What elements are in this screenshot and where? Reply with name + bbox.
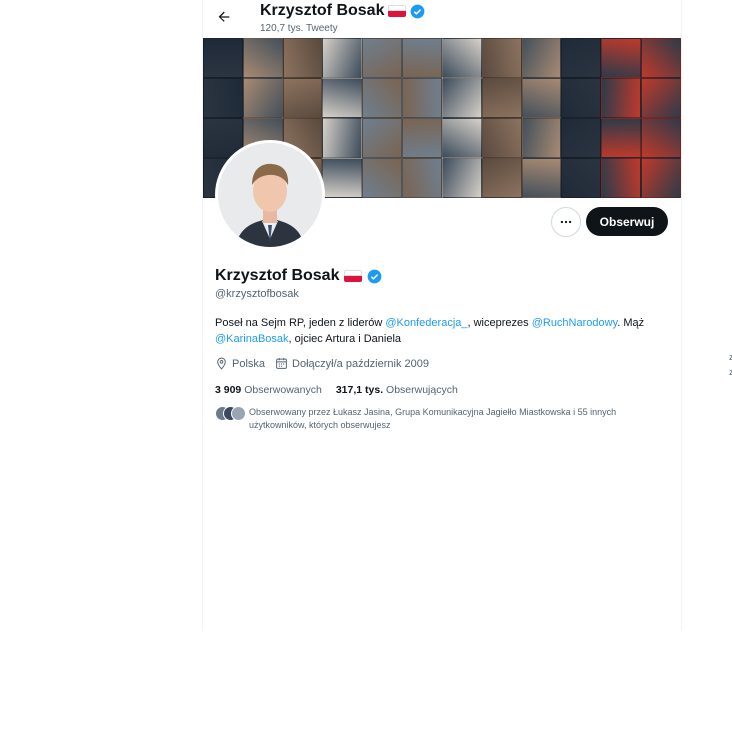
- banner-photo-tile: [441, 78, 482, 118]
- banner-photo-tile: [322, 38, 363, 78]
- banner-photo-tile: [441, 118, 482, 158]
- banner-photo-tile: [481, 38, 522, 78]
- joined-text: Dołączył/a październik 2009: [292, 357, 429, 370]
- followers-link[interactable]: 317,1 tys. Obserwujących: [336, 384, 458, 396]
- tweet-count: 120,7 tys. Tweety: [260, 23, 338, 34]
- profile-column: Krzysztof Bosak 120,7 tys. Tweety Obserw…: [202, 0, 682, 630]
- banner-photo-tile: [322, 118, 363, 158]
- banner-photo-tile: [601, 38, 642, 78]
- followed-by-text: Obserwowany przez Łukasz Jasina, Grupa K…: [249, 407, 617, 430]
- poland-flag-icon: [388, 5, 407, 17]
- banner-photo-tile: [601, 78, 642, 118]
- bio-text: , ojciec Artura i Daniela: [288, 333, 402, 345]
- follower-avatars: [215, 406, 246, 421]
- more-icon: [560, 220, 572, 224]
- arrow-left-icon: [218, 11, 230, 22]
- bio-text: Poseł na Sejm RP, jeden z liderów: [215, 317, 386, 329]
- mini-avatar: [231, 406, 246, 421]
- banner-photo-tile: [641, 38, 681, 78]
- mention-link[interactable]: @KarinaBosak: [215, 333, 289, 345]
- mention-link[interactable]: @Konfederacja_: [385, 317, 467, 329]
- calendar-icon: [276, 358, 287, 369]
- followed-by-row[interactable]: Obserwowany przez Łukasz Jasina, Grupa K…: [215, 406, 675, 432]
- profile-header-bar: Krzysztof Bosak 120,7 tys. Tweety: [203, 0, 681, 38]
- banner-photo-tile: [481, 158, 522, 198]
- banner-photo-tile: [601, 158, 642, 198]
- banner-photo-tile: [362, 78, 403, 118]
- header-title: Krzysztof Bosak: [260, 2, 425, 20]
- mention-link[interactable]: @RuchNarodowy: [532, 317, 618, 329]
- back-button[interactable]: [213, 6, 235, 28]
- banner-photo-tile: [441, 158, 482, 198]
- following-label: Obserwowanych: [244, 384, 322, 396]
- banner-photo-tile: [561, 118, 602, 158]
- location-text: Polska: [232, 357, 266, 370]
- followers-count: 317,1 tys.: [335, 384, 384, 396]
- banner-photo-tile: [521, 38, 562, 78]
- banner-photo-tile: [322, 78, 363, 118]
- banner-photo-tile: [362, 118, 403, 158]
- banner-photo-tile: [242, 38, 283, 78]
- banner-photo-tile: [641, 118, 681, 158]
- banner-photo-tile: [402, 118, 442, 158]
- bio-text: . Mąż: [617, 317, 645, 329]
- banner-photo-tile: [481, 118, 522, 158]
- followers-label: Obserwujących: [386, 384, 458, 396]
- banner-photo-tile: [362, 38, 403, 78]
- banner-photo-tile: [322, 158, 363, 198]
- profile-bio: Poseł na Sejm RP, jeden z liderów @Konfe…: [215, 315, 665, 347]
- banner-photo-tile: [561, 38, 602, 78]
- location-icon: [217, 357, 226, 370]
- banner-photo-tile: [203, 38, 243, 78]
- banner-photo-tile: [402, 38, 442, 78]
- banner-photo-tile: [641, 78, 681, 118]
- banner-photo-tile: [362, 158, 403, 198]
- avatar-image: [218, 143, 322, 247]
- banner-photo-tile: [203, 78, 243, 118]
- profile-meta: Polska Dołączył/a październik 2009: [215, 357, 429, 370]
- profile-name-text: Krzysztof Bosak: [215, 267, 340, 284]
- verified-badge-icon: [368, 269, 382, 283]
- bio-text: , wiceprezes: [467, 317, 532, 329]
- following-link[interactable]: 3 909 Obserwowanych: [215, 384, 322, 396]
- profile-handle: @krzysztofbosak: [215, 288, 299, 300]
- banner-photo-tile: [641, 158, 681, 198]
- banner-photo-tile: [521, 118, 562, 158]
- profile-name: Krzysztof Bosak: [215, 267, 382, 285]
- banner-photo-tile: [402, 78, 442, 118]
- banner-photo-tile: [441, 38, 482, 78]
- poland-flag-icon: [344, 270, 363, 282]
- header-name: Krzysztof Bosak: [260, 2, 385, 19]
- profile-stats: 3 909 Obserwowanych 317,1 tys. Obserwują…: [215, 384, 458, 396]
- banner-photo-tile: [282, 38, 323, 78]
- banner-photo-tile: [521, 158, 562, 198]
- more-options-button[interactable]: [551, 207, 581, 237]
- following-count: 3 909: [215, 384, 242, 396]
- banner-photo-tile: [561, 78, 602, 118]
- banner-photo-tile: [402, 158, 442, 198]
- banner-photo-tile: [481, 78, 522, 118]
- profile-avatar[interactable]: [215, 140, 325, 250]
- follow-button[interactable]: Obserwuj: [586, 207, 668, 236]
- banner-photo-tile: [242, 78, 283, 118]
- banner-photo-tile: [282, 78, 323, 118]
- banner-photo-tile: [601, 118, 642, 158]
- verified-badge-icon: [411, 4, 425, 18]
- banner-photo-tile: [561, 158, 602, 198]
- banner-photo-tile: [521, 78, 562, 118]
